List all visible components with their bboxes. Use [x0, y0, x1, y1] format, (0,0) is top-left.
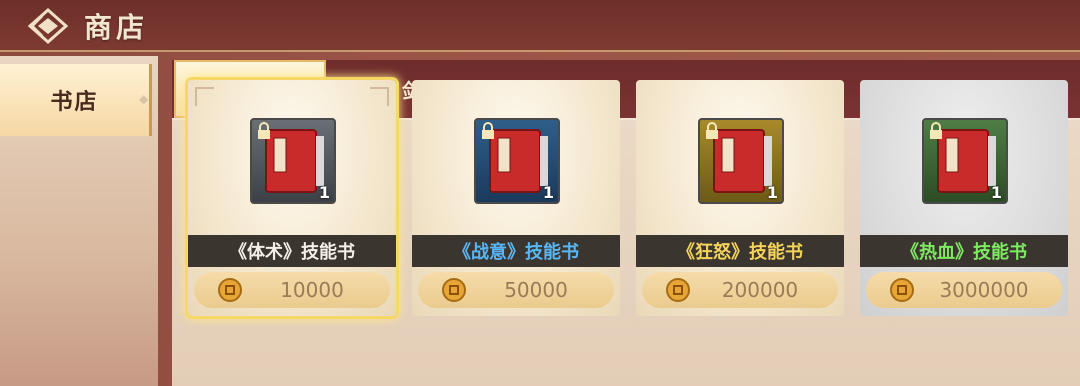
sidebar: 书店 ◆ [0, 56, 158, 386]
item-name: 《热血》技能书 [860, 235, 1068, 267]
header-bar: 商店 [0, 0, 1080, 52]
shop-item-card[interactable]: 1 《狂怒》技能书 200000 [636, 80, 844, 316]
item-price: 10000 [280, 278, 344, 302]
skill-book-icon: 1 [922, 118, 1008, 204]
corner-ornament-icon [370, 87, 389, 106]
item-name-text: 《狂怒》技能书 [677, 242, 803, 263]
lock-icon [706, 122, 718, 139]
back-icon [27, 7, 69, 45]
coin-icon [442, 278, 466, 302]
item-quantity: 1 [542, 183, 554, 202]
item-name: 《战意》技能书 [412, 235, 620, 267]
corner-ornament-icon [195, 87, 214, 106]
sidebar-item-bookstore[interactable]: 书店 ◆ [0, 64, 152, 136]
page-title: 商店 [84, 11, 149, 44]
chevron-left-icon: ◆ [139, 92, 151, 106]
skill-book-icon: 1 [474, 118, 560, 204]
item-name: 《狂怒》技能书 [636, 235, 844, 267]
price-bar: 200000 [642, 272, 838, 308]
coin-icon [890, 278, 914, 302]
back-button[interactable] [27, 7, 69, 45]
item-quantity: 1 [990, 183, 1002, 202]
item-quantity: 1 [766, 183, 778, 202]
item-quantity: 1 [318, 183, 330, 202]
skill-book-icon: 1 [250, 118, 336, 204]
item-name: 《体术》技能书 [188, 235, 396, 267]
item-price: 200000 [721, 278, 799, 302]
price-bar: 3000000 [866, 272, 1062, 308]
shop-item-card[interactable]: 1 《体术》技能书 10000 [188, 80, 396, 316]
skill-book-icon: 1 [698, 118, 784, 204]
shop-item-card[interactable]: 1 《热血》技能书 3000000 [860, 80, 1068, 316]
shop-item-card[interactable]: 1 《战意》技能书 50000 [412, 80, 620, 316]
lock-icon [258, 122, 270, 139]
item-name-text: 《热血》技能书 [901, 242, 1027, 263]
sidebar-item-label: 书店 [50, 90, 99, 115]
lock-icon [482, 122, 494, 139]
coin-icon [218, 278, 242, 302]
coin-icon [666, 278, 690, 302]
item-name-text: 《战意》技能书 [453, 242, 579, 263]
price-bar: 10000 [194, 272, 390, 308]
lock-icon [930, 122, 942, 139]
item-name-text: 《体术》技能书 [229, 242, 355, 263]
item-price: 50000 [504, 278, 568, 302]
price-bar: 50000 [418, 272, 614, 308]
item-price: 3000000 [939, 278, 1029, 302]
